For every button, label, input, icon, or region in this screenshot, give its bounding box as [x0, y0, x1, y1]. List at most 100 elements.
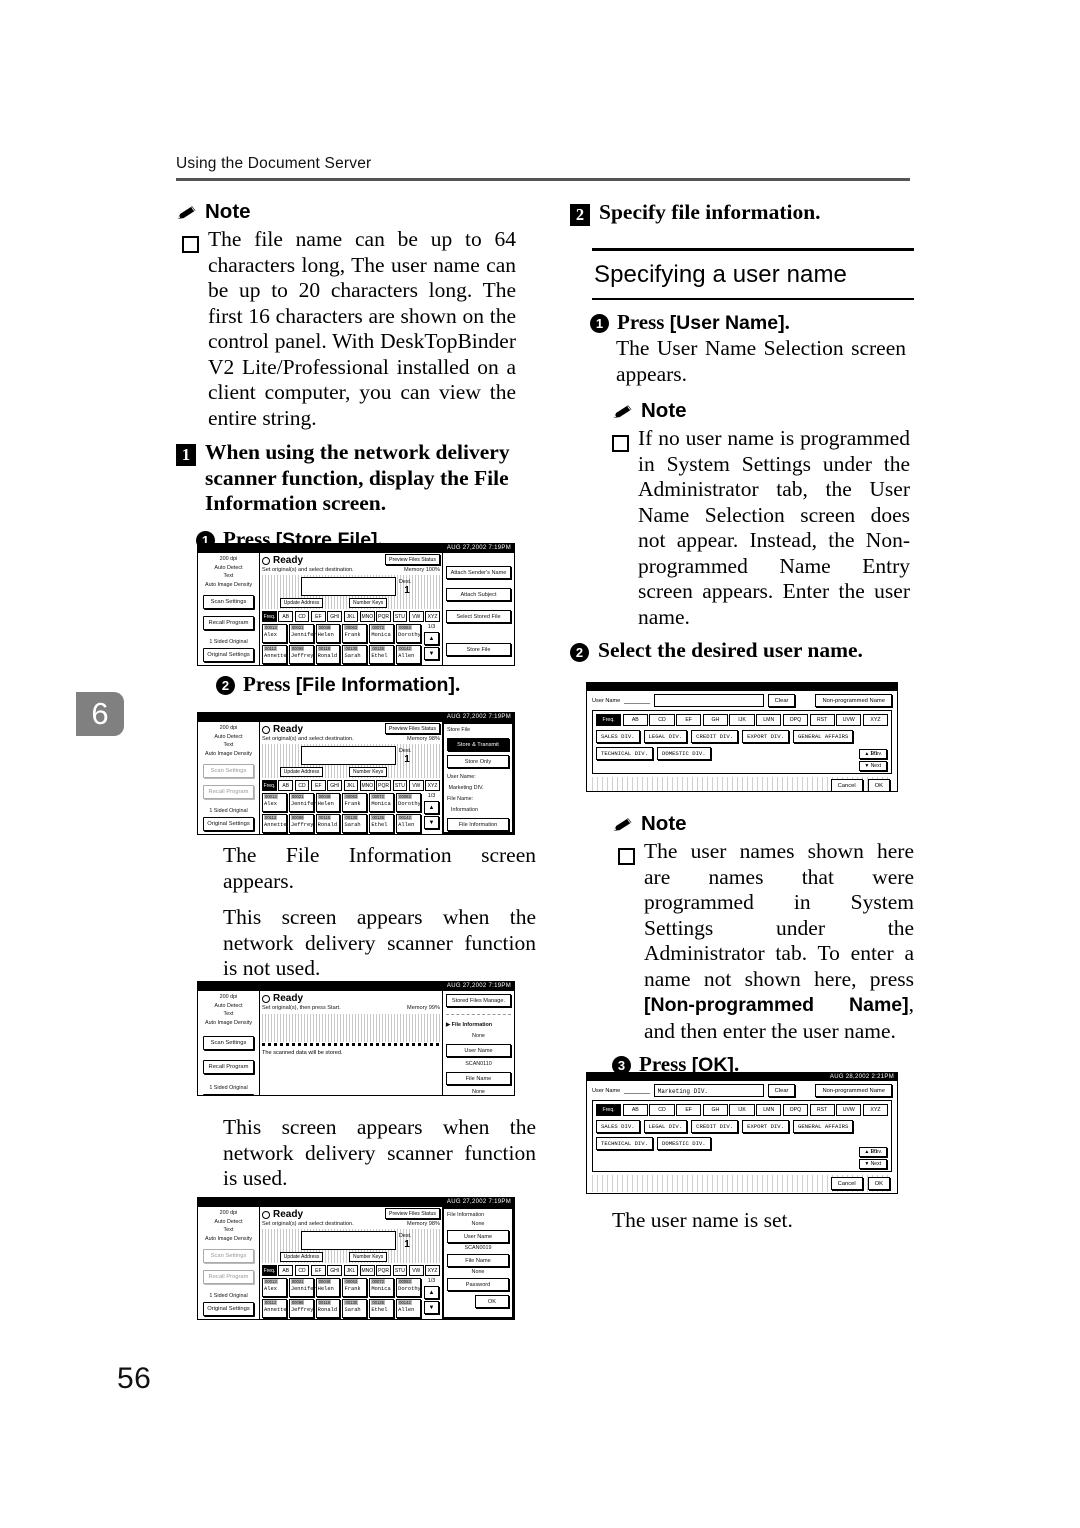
alpha-tab-ef[interactable]: EF — [310, 611, 326, 622]
user-name-option-legal[interactable]: LEGAL DIV. — [643, 1120, 688, 1133]
store-and-transmit-button[interactable]: Store & Transmit — [447, 738, 509, 751]
destination-item[interactable]: 00048 Helen — [315, 624, 341, 643]
number-keys-button[interactable]: Number Keys — [349, 598, 388, 608]
unp-tab-ab[interactable]: AB — [622, 714, 648, 726]
alpha-tab-pqr[interactable]: PQR — [376, 780, 391, 791]
alpha-tab-stu[interactable]: STU — [392, 611, 408, 622]
password-button[interactable]: Password — [447, 1278, 509, 1291]
alpha-tab-stu[interactable]: STU — [392, 780, 408, 791]
alpha-tab-xyz[interactable]: XYZ — [425, 611, 440, 622]
destination-box[interactable] — [301, 577, 396, 596]
unp-tab-ab[interactable]: AB — [622, 1104, 648, 1116]
destination-item[interactable]: 00118 Ronald — [315, 814, 341, 833]
unp-tab-gh[interactable]: GH — [702, 714, 728, 726]
unp-tab-rst[interactable]: RST — [809, 714, 835, 726]
unp-tab-xyz[interactable]: XYZ — [862, 1104, 889, 1116]
destination-item[interactable]: 00013 Alex — [262, 793, 287, 812]
clear-button[interactable]: Clear — [767, 1084, 796, 1097]
next-button[interactable]: ▼ Next — [859, 1159, 887, 1169]
alpha-tab-jkl[interactable]: JKL — [343, 780, 359, 791]
store-file-button[interactable]: Store File — [446, 643, 511, 656]
unp-tab-lmn[interactable]: LMN — [756, 714, 782, 726]
user-name-input[interactable] — [653, 694, 764, 707]
stored-files-manage-button[interactable]: Stored Files Manage. — [446, 994, 511, 1007]
destination-item[interactable]: 00072 Monica — [369, 624, 395, 643]
non-programmed-name-button[interactable]: Non-programmed Name — [815, 1084, 892, 1097]
scroll-down-button[interactable]: ▼ — [423, 647, 439, 660]
alpha-tab-ab[interactable]: AB — [278, 611, 294, 622]
attach-senders-name-button[interactable]: Attach Sender's Name — [446, 566, 511, 579]
user-name-option-technical[interactable]: TECHNICAL DIV. — [596, 1137, 653, 1150]
select-stored-file-button[interactable]: Select Stored File — [446, 610, 511, 623]
unp-tab-rst[interactable]: RST — [809, 1104, 835, 1116]
number-keys-button[interactable]: Number Keys — [349, 767, 388, 777]
next-button[interactable]: ▼ Next — [859, 761, 887, 771]
destination-item[interactable]: 00135 Ethel — [369, 645, 395, 664]
user-name-option-sales[interactable]: SALES DIV. — [596, 1120, 640, 1133]
user-name-option-credit[interactable]: CREDIT DIV. — [691, 730, 739, 743]
unp-tab-gh[interactable]: GH — [702, 1104, 728, 1116]
alpha-tab-vw[interactable]: VW — [408, 780, 424, 791]
destination-item[interactable]: 00048 Helen — [315, 793, 341, 812]
alpha-tab-jkl[interactable]: JKL — [343, 1265, 359, 1276]
alpha-tab-ab[interactable]: AB — [278, 1265, 294, 1276]
user-name-input[interactable]: Marketing DIV. — [653, 1084, 764, 1097]
destination-item[interactable]: 00063 Frank — [342, 624, 368, 643]
scroll-up-button[interactable]: ▲ — [423, 801, 439, 814]
alpha-tab-pqr[interactable]: PQR — [376, 1265, 391, 1276]
destination-item[interactable]: 00112 Annette — [262, 814, 287, 833]
unp-tab-cd[interactable]: CD — [649, 1104, 675, 1116]
number-keys-button[interactable]: Number Keys — [349, 1252, 388, 1262]
destination-item[interactable]: 00135 Ethel — [369, 1299, 395, 1318]
alpha-tab-freq[interactable]: Freq. — [262, 611, 277, 622]
unp-tab-xyz[interactable]: XYZ — [862, 714, 889, 726]
scan-settings-button[interactable]: Scan Settings — [202, 1036, 255, 1051]
destination-item[interactable]: 00063 Frank — [342, 1278, 368, 1297]
user-name-option-credit[interactable]: CREDIT DIV. — [691, 1120, 739, 1133]
destination-item[interactable]: 00130 Sarah — [342, 814, 368, 833]
destination-item[interactable]: 00098 Jeffrey — [288, 814, 314, 833]
unp-tab-uvw[interactable]: UVW — [836, 1104, 862, 1116]
user-name-option-export[interactable]: EXPORT DIV. — [742, 1120, 790, 1133]
alpha-tab-cd[interactable]: CD — [294, 780, 310, 791]
destination-item[interactable]: 00142 Allen — [396, 645, 421, 664]
alpha-tab-ghi[interactable]: GHI — [327, 1265, 343, 1276]
unp-tab-ef[interactable]: EF — [676, 714, 702, 726]
scan-settings-button[interactable]: Scan Settings — [202, 764, 255, 779]
scan-settings-button[interactable]: Scan Settings — [202, 595, 255, 610]
unp-tab-opq[interactable]: OPQ — [782, 714, 808, 726]
destination-item[interactable]: 00063 Frank — [342, 793, 368, 812]
alpha-tab-stu[interactable]: STU — [392, 1265, 408, 1276]
destination-item[interactable]: 00083 Dorothy — [396, 624, 421, 643]
original-settings-button[interactable]: Original Settings — [202, 816, 255, 831]
original-settings-button[interactable]: Original Settings — [202, 1301, 255, 1316]
cancel-button[interactable]: Cancel — [830, 1177, 863, 1190]
alpha-tab-ef[interactable]: EF — [310, 1265, 326, 1276]
store-only-button[interactable]: Store Only — [447, 755, 509, 768]
destination-item[interactable]: 00142 Allen — [396, 814, 421, 833]
user-name-option-domestic[interactable]: DOMESTIC DIV. — [657, 1137, 711, 1150]
alpha-tab-mno[interactable]: MNO — [359, 611, 375, 622]
destination-item[interactable]: 00098 Jeffrey — [288, 1299, 314, 1318]
unp-tab-freq[interactable]: Freq. — [596, 1104, 622, 1116]
alpha-tab-cd[interactable]: CD — [294, 1265, 310, 1276]
destination-item[interactable]: 00118 Ronald — [315, 645, 341, 664]
alpha-tab-vw[interactable]: VW — [408, 1265, 424, 1276]
unp-tab-ijk[interactable]: IJK — [729, 1104, 755, 1116]
unp-tab-ef[interactable]: EF — [676, 1104, 702, 1116]
destination-item[interactable]: 00013 Alex — [262, 624, 287, 643]
ok-button[interactable]: OK — [867, 779, 890, 791]
ok-button[interactable]: OK — [867, 1177, 890, 1190]
unp-tab-lmn[interactable]: LMN — [756, 1104, 782, 1116]
prev-button[interactable]: ▲ Prev. — [859, 1147, 887, 1157]
user-name-option-sales[interactable]: SALES DIV. — [596, 730, 640, 743]
destination-item[interactable]: 00135 Ethel — [369, 814, 395, 833]
destination-item[interactable]: 00083 Dorothy — [396, 1278, 421, 1297]
scroll-down-button[interactable]: ▼ — [423, 816, 439, 829]
original-settings-button[interactable]: Original Settings — [202, 1093, 255, 1095]
destination-item[interactable]: 00021 Jennifer — [288, 1278, 317, 1297]
user-name-button[interactable]: User Name — [446, 1044, 511, 1057]
unp-tab-cd[interactable]: CD — [649, 714, 675, 726]
preview-files-status-button[interactable]: Preview Files Status — [385, 723, 440, 734]
unp-tab-ijk[interactable]: IJK — [729, 714, 755, 726]
